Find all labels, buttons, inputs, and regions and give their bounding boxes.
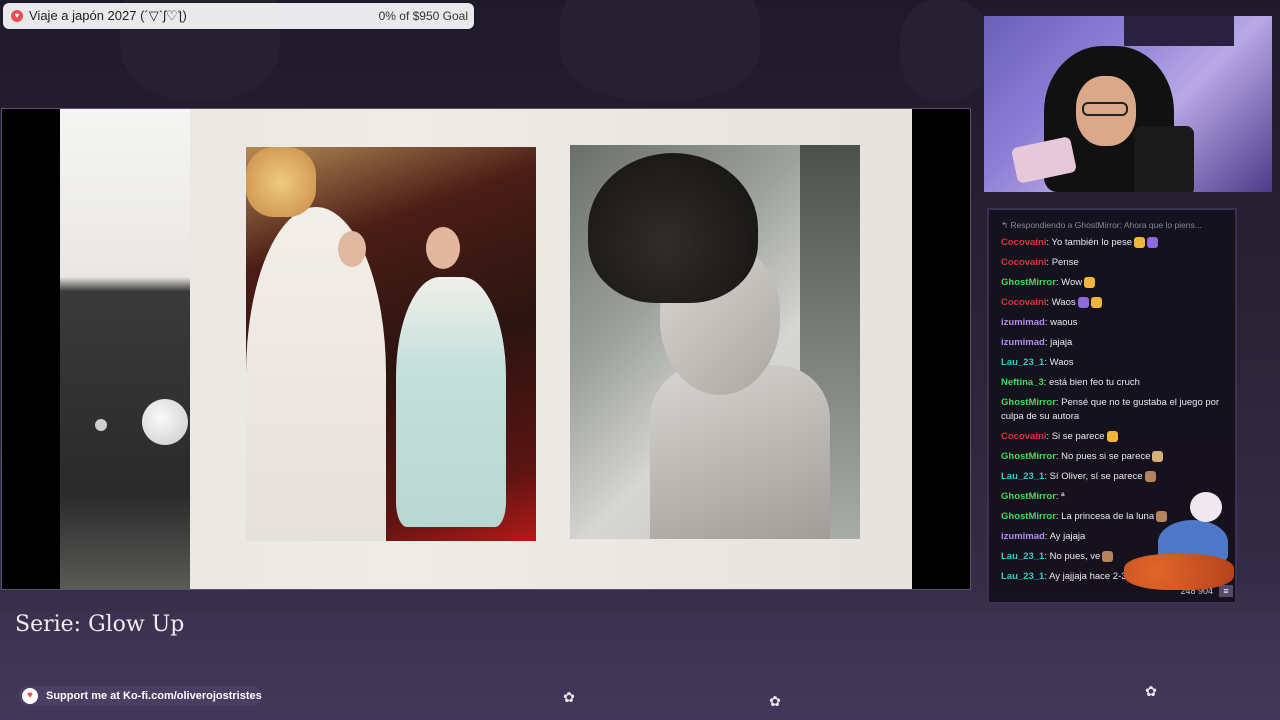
smiling-face <box>426 227 460 269</box>
chat-username[interactable]: Cocovaini <box>1001 237 1046 248</box>
background-face <box>338 231 366 267</box>
support-text: Support me at Ko-fi.com/oliverojostriste… <box>46 690 262 702</box>
background-tree <box>560 0 760 100</box>
scanner-edge <box>60 109 190 589</box>
chat-username[interactable]: Lau_23_1 <box>1001 471 1044 482</box>
machine-knob <box>142 399 188 445</box>
chat-text: waous <box>1050 317 1078 328</box>
chat-message: Neftina_3: está bien feo tu cruch <box>989 373 1235 393</box>
flower-icon: ✿ <box>1145 683 1157 699</box>
autumn-leaves <box>1124 554 1234 590</box>
goal-progress-text: 0% of $950 Goal <box>378 9 468 23</box>
frame-edge <box>912 109 970 589</box>
reply-context-text: Respondiendo a GhostMirror: Ahora que lo… <box>1010 220 1202 230</box>
glasses <box>1082 102 1128 116</box>
machine-button <box>95 419 107 431</box>
flower-icon: ✿ <box>769 693 781 709</box>
blonde-hair <box>246 147 316 217</box>
chat-message: Lau_23_1: Waos <box>989 353 1235 373</box>
blue-gown-figure <box>396 277 506 527</box>
shelf <box>1124 16 1234 46</box>
emote-icon <box>1146 236 1158 248</box>
goal-title: Viaje a japón 2027 (´▽`ʃ♡ƪ) <box>29 8 187 23</box>
chat-username[interactable]: GhostMirror <box>1001 397 1056 408</box>
hat-pompom <box>1190 492 1222 522</box>
emote-icon <box>1102 550 1114 562</box>
main-stream-view <box>1 108 971 590</box>
chat-text: jajaja <box>1050 337 1073 348</box>
chat-username[interactable]: GhostMirror <box>1001 511 1056 522</box>
chat-text: Sí Oliver, sí se parece <box>1049 471 1143 482</box>
series-caption: Serie: Glow Up <box>15 612 185 637</box>
mascot-sticker <box>1124 492 1234 592</box>
chat-text: Waos <box>1051 297 1076 308</box>
donation-goal-bar: ♥ Viaje a japón 2027 (´▽`ʃ♡ƪ) 0% of $950… <box>3 3 474 29</box>
photo-book-page <box>60 109 914 589</box>
emote-icon <box>1084 276 1096 288</box>
webcam-overlay <box>984 16 1272 192</box>
chat-username[interactable]: Cocovaini <box>1001 297 1046 308</box>
chat-username[interactable]: Neftina_3 <box>1001 377 1044 388</box>
chat-username[interactable]: Lau_23_1 <box>1001 357 1044 368</box>
color-photograph <box>246 147 536 541</box>
emote-icon <box>1152 450 1164 462</box>
chat-text: No pues, ve <box>1049 551 1101 562</box>
chat-username[interactable]: izumimad <box>1001 317 1045 328</box>
chat-text: ª <box>1061 491 1065 502</box>
chat-message: GhostMirror: No pues si se parece <box>989 447 1235 467</box>
chat-username[interactable]: GhostMirror <box>1001 451 1056 462</box>
chat-username[interactable]: Cocovaini <box>1001 257 1046 268</box>
chat-username[interactable]: Lau_23_1 <box>1001 571 1044 582</box>
chat-text: Waos <box>1049 357 1074 368</box>
chat-username[interactable]: GhostMirror <box>1001 491 1056 502</box>
chat-text: Wow <box>1061 277 1083 288</box>
chat-message: Cocovaini: Waos <box>989 293 1235 313</box>
emote-icon <box>1133 236 1145 248</box>
chat-message: GhostMirror: Pensé que no te gustaba el … <box>989 393 1235 427</box>
chat-username[interactable]: GhostMirror <box>1001 277 1056 288</box>
emote-icon <box>1144 470 1156 482</box>
emote-icon <box>1077 296 1089 308</box>
chat-text: está bien feo tu cruch <box>1049 377 1140 388</box>
chat-message: izumimad: waous <box>989 313 1235 333</box>
black-white-portrait <box>570 145 860 539</box>
chat-text: Pense <box>1051 257 1079 268</box>
shoulders <box>650 365 830 539</box>
chat-text: Ay jajaja <box>1049 531 1086 542</box>
chat-message: Cocovaini: Yo también lo pese <box>989 233 1235 253</box>
chat-message: Lau_23_1: Sí Oliver, sí se parece <box>989 467 1235 487</box>
emote-icon <box>1106 430 1118 442</box>
chat-text: Yo también lo pese <box>1051 237 1132 248</box>
chat-username[interactable]: Cocovaini <box>1001 431 1046 442</box>
white-dress-figure <box>246 207 386 541</box>
flower-icon: ✿ <box>563 689 575 705</box>
chat-username[interactable]: izumimad <box>1001 337 1045 348</box>
reply-context: ↰ Respondiendo a GhostMirror: Ahora que … <box>1001 220 1202 230</box>
chat-text: Si se parece <box>1051 431 1105 442</box>
chat-username[interactable]: izumimad <box>1001 531 1045 542</box>
chat-message: GhostMirror: Wow <box>989 273 1235 293</box>
chat-message: Cocovaini: Si se parece <box>989 427 1235 447</box>
chat-message: izumimad: jajaja <box>989 333 1235 353</box>
emote-icon <box>1090 296 1102 308</box>
chat-username[interactable]: Lau_23_1 <box>1001 551 1044 562</box>
microphone <box>1134 126 1194 192</box>
heart-icon: ♥ <box>11 10 23 22</box>
background-tree <box>900 0 990 100</box>
kofi-heart-icon: ♥ <box>22 688 38 704</box>
chat-text: No pues si se parece <box>1061 451 1151 462</box>
chat-message: Cocovaini: Pense <box>989 253 1235 273</box>
kofi-support-banner[interactable]: ♥ Support me at Ko-fi.com/oliverojostris… <box>18 686 262 706</box>
updo-hair <box>588 153 758 303</box>
